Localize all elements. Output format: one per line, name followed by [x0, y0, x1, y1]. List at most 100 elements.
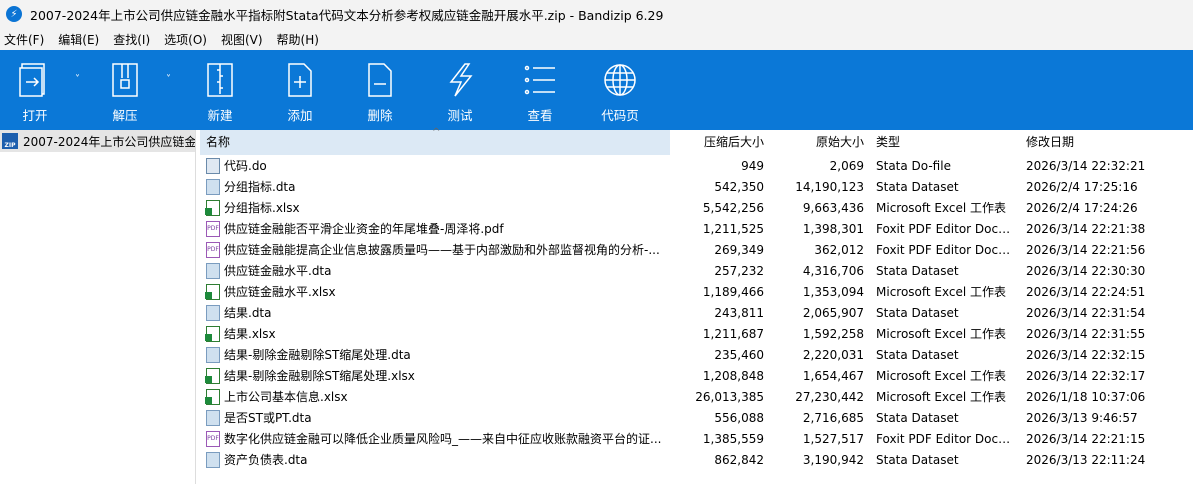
menu-edit[interactable]: 编辑(E) — [58, 31, 99, 48]
packed-size: 243,811 — [714, 305, 764, 320]
original-size: 9,663,436 — [802, 200, 864, 215]
extract-dropdown-chevron-icon[interactable]: ˅ — [166, 74, 171, 85]
file-type: Stata Dataset — [876, 347, 959, 362]
column-header-type[interactable]: 类型 — [870, 130, 1020, 155]
menu-help[interactable]: 帮助(H) — [277, 31, 319, 48]
file-row[interactable]: PDF 数字化供应链金融可以降低企业质量风险吗_——来自中征应收账款融资平台的证.… — [200, 428, 1193, 449]
codepage-button[interactable]: 代码页 — [590, 50, 650, 130]
packed-size: 26,013,385 — [695, 389, 764, 404]
modified-date: 2026/3/14 22:31:54 — [1026, 305, 1146, 320]
modified-date: 2026/2/4 17:25:16 — [1026, 179, 1138, 194]
file-name: 分组指标.xlsx — [224, 201, 300, 215]
original-size: 2,716,685 — [802, 410, 864, 425]
original-size: 2,220,031 — [802, 347, 864, 362]
menu-file[interactable]: 文件(F) — [4, 31, 44, 48]
file-row[interactable]: 结果-剔除金融剔除ST缩尾处理.dta 235,460 2,220,031 St… — [200, 344, 1193, 365]
original-size: 2,069 — [829, 158, 864, 173]
menu-find[interactable]: 查找(I) — [113, 31, 150, 48]
packed-size: 862,842 — [714, 452, 764, 467]
file-row[interactable]: 代码.do 949 2,069 Stata Do-file 2026/3/14 … — [200, 155, 1193, 176]
file-name: 供应链金融水平.dta — [224, 264, 332, 278]
file-row[interactable]: PDF 供应链金融能否平滑企业资金的年尾堆叠-周泽将.pdf 1,211,525 … — [200, 218, 1193, 239]
column-header-original-size[interactable]: 原始大小 — [770, 130, 870, 155]
folder-tree: ZIP 2007-2024年上市公司供应链金 — [0, 130, 196, 484]
file-name-cell: 供应链金融水平.xlsx — [200, 283, 670, 300]
file-name: 结果-剔除金融剔除ST缩尾处理.xlsx — [224, 369, 415, 383]
file-row[interactable]: 结果.xlsx 1,211,687 1,592,258 Microsoft Ex… — [200, 323, 1193, 344]
packed-size: 269,349 — [714, 242, 764, 257]
file-row[interactable]: 分组指标.xlsx 5,542,256 9,663,436 Microsoft … — [200, 197, 1193, 218]
file-type: Foxit PDF Editor Docu... — [876, 221, 1018, 236]
open-dropdown-chevron-icon[interactable]: ˅ — [75, 74, 80, 85]
title-bar: ⚡ 2007-2024年上市公司供应链金融水平指标附Stata代码文本分析参考权… — [0, 0, 1193, 28]
globe-icon — [604, 64, 636, 96]
column-header-packed-size[interactable]: 压缩后大小 — [670, 130, 770, 155]
new-archive-icon — [207, 63, 233, 97]
file-row[interactable]: 分组指标.dta 542,350 14,190,123 Stata Datase… — [200, 176, 1193, 197]
file-row[interactable]: PDF 供应链金融能提高企业信息披露质量吗——基于内部激励和外部监督视角的分析-.… — [200, 239, 1193, 260]
stata-dataset-icon — [206, 304, 220, 321]
modified-date: 2026/3/14 22:21:56 — [1026, 242, 1146, 257]
original-size: 1,592,258 — [802, 326, 864, 341]
test-button[interactable]: 测试 — [430, 50, 490, 130]
stata-dataset-icon — [206, 178, 220, 195]
original-size: 362,012 — [814, 242, 864, 257]
file-name: 资产负债表.dta — [224, 453, 308, 467]
file-name: 供应链金融能提高企业信息披露质量吗——基于内部激励和外部监督视角的分析-... — [224, 243, 660, 257]
tree-item-archive-root[interactable]: ZIP 2007-2024年上市公司供应链金 — [0, 130, 195, 152]
menu-bar: 文件(F) 编辑(E) 查找(I) 选项(O) 视图(V) 帮助(H) — [0, 28, 1193, 50]
original-size: 1,527,517 — [802, 431, 864, 446]
view-list-icon — [524, 65, 555, 95]
modified-date: 2026/3/14 22:32:17 — [1026, 368, 1146, 383]
file-type: Microsoft Excel 工作表 — [876, 369, 1007, 383]
packed-size: 1,211,525 — [702, 221, 764, 236]
modified-date: 2026/3/14 22:31:55 — [1026, 326, 1146, 341]
menu-options[interactable]: 选项(O) — [164, 31, 207, 48]
packed-size: 949 — [741, 158, 764, 173]
file-row[interactable]: 供应链金融水平.xlsx 1,189,466 1,353,094 Microso… — [200, 281, 1193, 302]
original-size: 2,065,907 — [802, 305, 864, 320]
stata-dataset-icon — [206, 409, 220, 426]
column-header-modified[interactable]: 修改日期 — [1020, 130, 1170, 155]
file-name: 结果-剔除金融剔除ST缩尾处理.dta — [224, 348, 411, 362]
file-row[interactable]: 资产负债表.dta 862,842 3,190,942 Stata Datase… — [200, 449, 1193, 470]
file-name-cell: 上市公司基本信息.xlsx — [200, 388, 670, 405]
new-archive-button[interactable]: 新建 — [190, 50, 250, 130]
file-name-cell: 供应链金融水平.dta — [200, 262, 670, 279]
file-name: 代码.do — [224, 159, 267, 173]
file-name-cell: PDF 供应链金融能提高企业信息披露质量吗——基于内部激励和外部监督视角的分析-.… — [200, 241, 670, 258]
open-button[interactable]: 打开 — [5, 50, 65, 130]
modified-date: 2026/3/14 22:21:15 — [1026, 431, 1146, 446]
window-title: 2007-2024年上市公司供应链金融水平指标附Stata代码文本分析参考权威应… — [30, 7, 664, 23]
toolbar: 打开 ˅ 解压 ˅ 新建 添加 删除 测试 查看 代码页 — [0, 50, 1193, 130]
modified-date: 2026/1/18 10:37:06 — [1026, 389, 1146, 404]
view-button[interactable]: 查看 — [510, 50, 570, 130]
pdf-file-icon: PDF — [206, 220, 220, 237]
file-name: 供应链金融能否平滑企业资金的年尾堆叠-周泽将.pdf — [224, 222, 504, 236]
excel-file-icon — [205, 283, 220, 300]
file-name-cell: 结果-剔除金融剔除ST缩尾处理.dta — [200, 346, 670, 363]
file-name-cell: 结果.xlsx — [200, 325, 670, 342]
file-type: Stata Dataset — [876, 410, 959, 425]
file-name-cell: PDF 供应链金融能否平滑企业资金的年尾堆叠-周泽将.pdf — [200, 220, 670, 237]
file-type: Stata Dataset — [876, 263, 959, 278]
add-button[interactable]: 添加 — [270, 50, 330, 130]
file-name-cell: 代码.do — [200, 157, 670, 174]
file-name: 数字化供应链金融可以降低企业质量风险吗_——来自中征应收账款融资平台的证... — [224, 432, 662, 446]
file-name: 供应链金融水平.xlsx — [224, 285, 336, 299]
packed-size: 1,385,559 — [702, 431, 764, 446]
excel-file-icon — [205, 199, 220, 216]
extract-button[interactable]: 解压 — [95, 50, 155, 130]
menu-view[interactable]: 视图(V) — [221, 31, 263, 48]
file-row[interactable]: 供应链金融水平.dta 257,232 4,316,706 Stata Data… — [200, 260, 1193, 281]
file-name-cell: 分组指标.dta — [200, 178, 670, 195]
stata-dataset-icon — [206, 262, 220, 279]
excel-file-icon — [205, 367, 220, 384]
file-row[interactable]: 是否ST或PT.dta 556,088 2,716,685 Stata Data… — [200, 407, 1193, 428]
file-row[interactable]: 结果.dta 243,811 2,065,907 Stata Dataset 2… — [200, 302, 1193, 323]
file-row[interactable]: 结果-剔除金融剔除ST缩尾处理.xlsx 1,208,848 1,654,467… — [200, 365, 1193, 386]
packed-size: 542,350 — [714, 179, 764, 194]
file-row[interactable]: 上市公司基本信息.xlsx 26,013,385 27,230,442 Micr… — [200, 386, 1193, 407]
zip-archive-icon: ZIP — [2, 133, 18, 149]
delete-button[interactable]: 删除 — [350, 50, 410, 130]
